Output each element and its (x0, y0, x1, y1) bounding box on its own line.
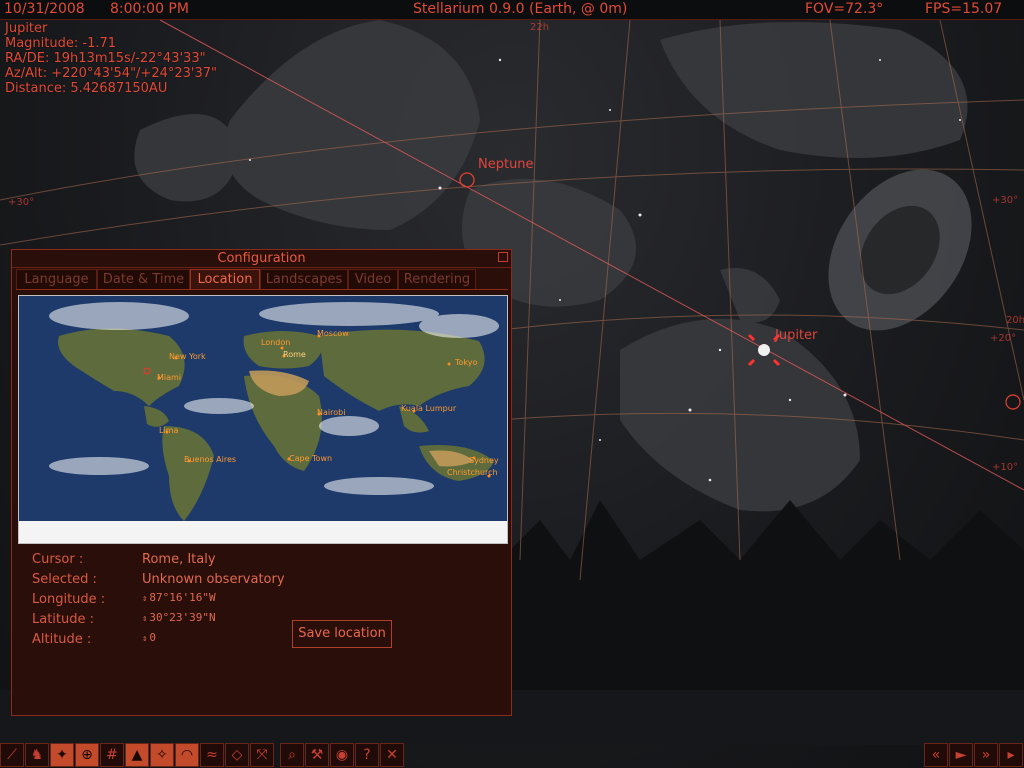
tab-video[interactable]: Video (348, 269, 398, 289)
longitude-value[interactable]: 87°16'16"W (149, 591, 215, 604)
constellation-names-icon[interactable]: ✦ (50, 743, 74, 767)
city-nairobi[interactable]: Nairobi (317, 408, 345, 417)
tab-rendering[interactable]: Rendering (398, 269, 476, 289)
cardinal-points-icon[interactable]: ✧ (150, 743, 174, 767)
city-buenos-aires[interactable]: Buenos Aires (184, 455, 236, 464)
grid-label-20-right: +20° (990, 333, 1017, 344)
city-tokyo[interactable]: Tokyo (455, 358, 477, 367)
realtime-icon[interactable]: ▸ (999, 743, 1023, 767)
selected-value: Unknown observatory (142, 572, 285, 587)
quit-icon[interactable]: ✕ (380, 743, 404, 767)
grid-label-20h: 20h (1006, 315, 1024, 326)
configuration-window[interactable]: Configuration Language Date & Time Locat… (11, 249, 512, 716)
latitude-label: Latitude : (32, 612, 95, 627)
fov-display: FOV=72.3° (805, 1, 884, 17)
grid-label-30-left: +30° (8, 197, 35, 208)
tab-language[interactable]: Language (16, 269, 97, 289)
app-title: Stellarium 0.9.0 (Earth, @ 0m) (413, 1, 628, 17)
city-christchurch[interactable]: Christchurch (447, 468, 498, 477)
constellation-lines-icon[interactable]: ⟋ (0, 743, 24, 767)
latitude-value[interactable]: 30°23'39"N (149, 611, 215, 624)
save-location-button[interactable]: Save location (292, 620, 392, 648)
configuration-title[interactable]: Configuration (12, 250, 511, 268)
altitude-field[interactable]: ⇕ 0 (142, 631, 156, 644)
fast-forward-icon[interactable]: » (974, 743, 998, 767)
object-distance: Distance: 5.42687150AU (5, 81, 168, 96)
cursor-value: Rome, Italy (142, 552, 216, 567)
spinner-icon[interactable]: ⇕ (142, 594, 147, 604)
ground-icon[interactable]: ▲ (125, 743, 149, 767)
grid-label-22h: 22h (530, 22, 550, 33)
spinner-icon[interactable]: ⇕ (142, 614, 147, 624)
world-map-graphic (19, 296, 507, 543)
atmosphere-icon[interactable]: ◠ (175, 743, 199, 767)
night-mode-icon[interactable]: ◉ (330, 743, 354, 767)
jupiter-label[interactable]: Jupiter (775, 328, 817, 343)
cursor-label: Cursor : (32, 552, 84, 567)
close-icon[interactable] (498, 252, 508, 262)
object-azalt: Az/Alt: +220°43'54"/+24°23'37" (5, 66, 218, 81)
planet-hint-icon[interactable]: ◇ (225, 743, 249, 767)
city-lima[interactable]: Lima (159, 426, 178, 435)
city-new-york[interactable]: New York (169, 352, 206, 361)
top-status-bar: 10/31/2008 8:00:00 PM Stellarium 0.9.0 (… (0, 0, 1024, 20)
altitude-value[interactable]: 0 (149, 631, 156, 644)
tab-landscapes[interactable]: Landscapes (260, 269, 348, 289)
object-radec: RA/DE: 19h13m15s/-22°43'33" (5, 51, 206, 66)
city-kuala-lumpur[interactable]: Kuala Lumpur (401, 404, 456, 413)
longitude-field[interactable]: ⇕ 87°16'16"W (142, 591, 216, 604)
fps-display: FPS=15.07 (925, 1, 1003, 17)
date-display: 10/31/2008 (4, 1, 85, 17)
latitude-field[interactable]: ⇕ 30°23'39"N (142, 611, 216, 624)
city-cape-town[interactable]: Cape Town (289, 454, 332, 463)
city-london[interactable]: London (261, 338, 290, 347)
neptune-label[interactable]: Neptune (478, 157, 534, 172)
world-map[interactable]: New York Miami London Rome Moscow Tokyo … (18, 295, 508, 544)
azimuthal-grid-icon[interactable]: # (100, 743, 124, 767)
city-sydney[interactable]: Sydney (469, 456, 499, 465)
help-icon[interactable]: ? (355, 743, 379, 767)
object-name: Jupiter (5, 21, 48, 36)
equatorial-mount-icon[interactable]: ⤧ (250, 743, 274, 767)
grid-label-10-right: +10° (992, 462, 1019, 473)
grid-label-30-right: +30° (992, 195, 1019, 206)
city-miami[interactable]: Miami (157, 373, 181, 382)
tab-divider (16, 289, 508, 290)
object-magnitude: Magnitude: -1.71 (5, 36, 117, 51)
rewind-icon[interactable]: « (924, 743, 948, 767)
play-icon[interactable]: ► (949, 743, 973, 767)
time-display: 8:00:00 PM (110, 1, 189, 17)
search-icon[interactable]: ⌕ (280, 743, 304, 767)
object-info-panel: Jupiter Magnitude: -1.71 RA/DE: 19h13m15… (5, 21, 217, 96)
config-icon[interactable]: ⚒ (305, 743, 329, 767)
equatorial-grid-icon[interactable]: ⊕ (75, 743, 99, 767)
longitude-label: Longitude : (32, 592, 106, 607)
nebulae-icon[interactable]: ≈ (200, 743, 224, 767)
constellation-art-icon[interactable]: ♞ (25, 743, 49, 767)
city-moscow[interactable]: Moscow (317, 329, 349, 338)
tab-location[interactable]: Location (190, 269, 260, 289)
city-rome[interactable]: Rome (283, 350, 306, 359)
altitude-label: Altitude : (32, 632, 92, 647)
selected-label: Selected : (32, 572, 97, 587)
tab-date-time[interactable]: Date & Time (97, 269, 190, 289)
spinner-icon[interactable]: ⇕ (142, 634, 147, 644)
